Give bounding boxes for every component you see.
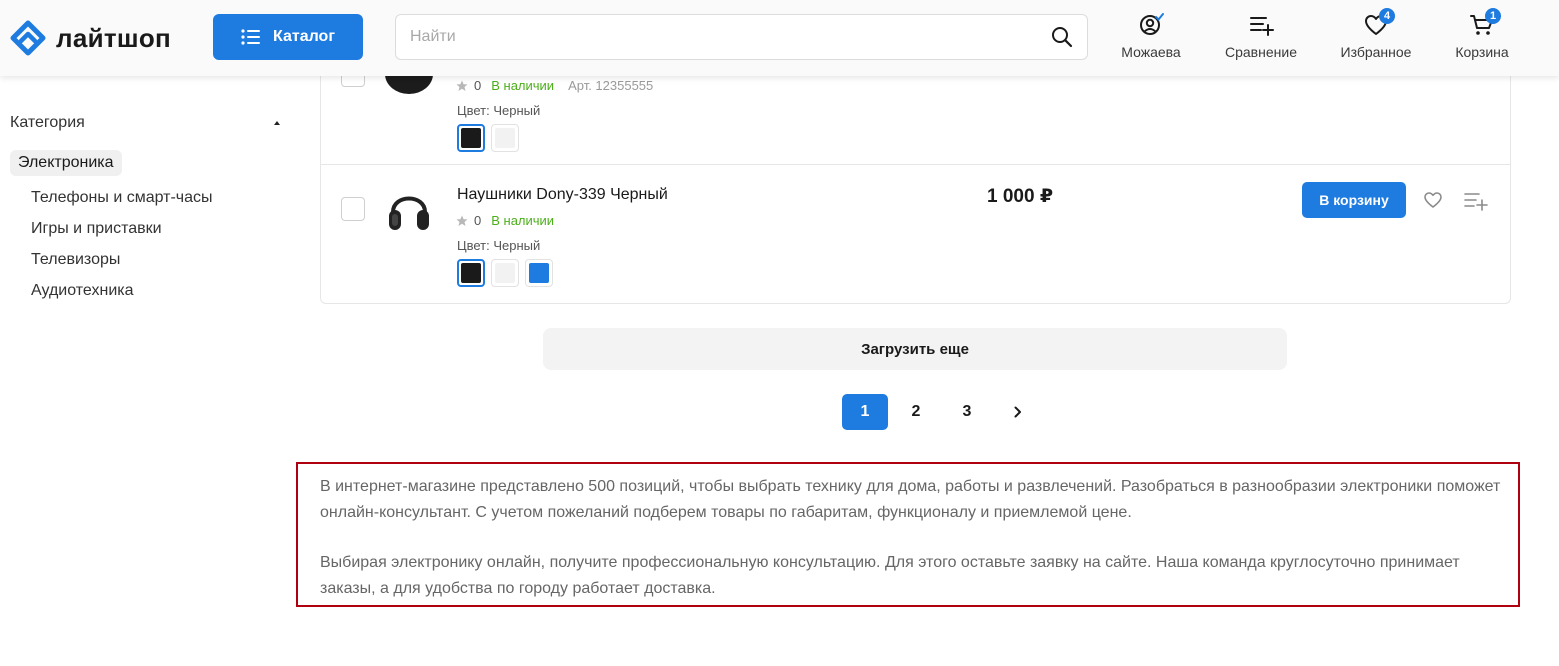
pagination: 1 2 3 <box>842 394 1041 430</box>
swatch-black[interactable] <box>457 124 485 152</box>
nav-profile[interactable]: Можаева <box>1101 12 1201 60</box>
sidebar-item-phones[interactable]: Телефоны и смарт-часы <box>10 182 290 213</box>
swatch-blue[interactable] <box>525 259 553 287</box>
nav-favorites[interactable]: 4 Избранное <box>1326 8 1426 60</box>
swatch-black[interactable] <box>457 259 485 287</box>
favorites-badge: 4 <box>1379 8 1395 24</box>
compare-icon <box>1250 17 1274 36</box>
cart-icon-wrap: 1 <box>1469 8 1501 38</box>
color-label: Цвет: Черный <box>457 103 541 118</box>
rating-value: 0 <box>474 213 482 228</box>
nav-profile-label: Можаева <box>1121 44 1181 60</box>
product-image[interactable] <box>381 182 437 238</box>
search-input[interactable] <box>396 15 1036 59</box>
stock-status: В наличии <box>491 78 555 93</box>
logo[interactable]: лайтшоп <box>10 20 171 56</box>
subcategory-list: Телефоны и смарт-часы Игры и приставки Т… <box>10 182 290 306</box>
nav-cart-label: Корзина <box>1455 44 1509 60</box>
page-3[interactable]: 3 <box>944 394 990 430</box>
user-icon <box>1140 13 1164 35</box>
stock-status: В наличии <box>491 213 555 228</box>
star-icon <box>456 215 468 226</box>
site-header: лайтшоп Каталог Можаева <box>0 0 1559 76</box>
category-heading-label: Категория <box>10 114 85 131</box>
product-price: 1 000 ₽ <box>987 186 1054 207</box>
star-icon <box>456 80 468 91</box>
seo-description: В интернет-магазине представлено 500 поз… <box>296 462 1520 607</box>
product-checkbox[interactable] <box>341 197 365 221</box>
favorites-icon-wrap: 4 <box>1363 8 1395 38</box>
rating-value: 0 <box>474 78 482 93</box>
seo-paragraph: Выбирая электронику онлайн, получите про… <box>320 554 1460 597</box>
page-1[interactable]: 1 <box>842 394 888 430</box>
sidebar-item-audio[interactable]: Аудиотехника <box>10 275 290 306</box>
product-row: Наушники Dony-339 Черный 0 В наличии Цве… <box>321 168 1510 303</box>
color-swatches <box>457 259 553 287</box>
color-label: Цвет: Черный <box>457 238 541 253</box>
collapse-arrow-icon <box>274 121 280 125</box>
category-heading[interactable]: Категория <box>10 112 290 134</box>
search-box <box>395 14 1088 60</box>
color-swatches <box>457 124 519 152</box>
add-to-cart-button[interactable]: В корзину <box>1302 182 1406 218</box>
cart-badge: 1 <box>1485 8 1501 24</box>
catalog-button[interactable]: Каталог <box>213 14 363 60</box>
logo-text: лайтшоп <box>56 22 172 53</box>
swatch-white[interactable] <box>491 124 519 152</box>
list-icon <box>241 29 260 45</box>
article-number: Арт. 12355555 <box>568 78 654 93</box>
search-icon[interactable] <box>1051 26 1073 48</box>
category-sidebar: Категория Электроника Телефоны и смарт-ч… <box>10 112 290 306</box>
seo-paragraph: В интернет-магазине представлено 500 поз… <box>320 478 1501 521</box>
nav-favorites-label: Избранное <box>1340 44 1412 60</box>
load-more-button[interactable]: Загрузить еще <box>543 328 1287 370</box>
swatch-white[interactable] <box>491 259 519 287</box>
page-2[interactable]: 2 <box>893 394 939 430</box>
product-name[interactable]: Наушники Dony-339 Черный <box>457 186 668 204</box>
favorite-heart-icon[interactable] <box>1423 190 1443 210</box>
logo-icon <box>10 20 46 56</box>
sidebar-item-games[interactable]: Игры и приставки <box>10 213 290 244</box>
chevron-right-icon <box>1014 406 1021 418</box>
nav-cart[interactable]: 1 Корзина <box>1432 8 1532 60</box>
next-page-button[interactable] <box>995 394 1041 430</box>
catalog-label: Каталог <box>273 28 335 45</box>
sidebar-item-tv[interactable]: Телевизоры <box>10 244 290 275</box>
sidebar-item-active[interactable]: Электроника <box>10 150 122 176</box>
product-meta: 0 В наличии <box>456 213 554 228</box>
nav-compare-label: Сравнение <box>1225 44 1297 60</box>
product-meta: 0 В наличии Арт. 12355555 <box>456 78 653 93</box>
nav-compare[interactable]: Сравнение <box>1211 12 1311 60</box>
compare-add-icon[interactable] <box>1464 190 1488 212</box>
